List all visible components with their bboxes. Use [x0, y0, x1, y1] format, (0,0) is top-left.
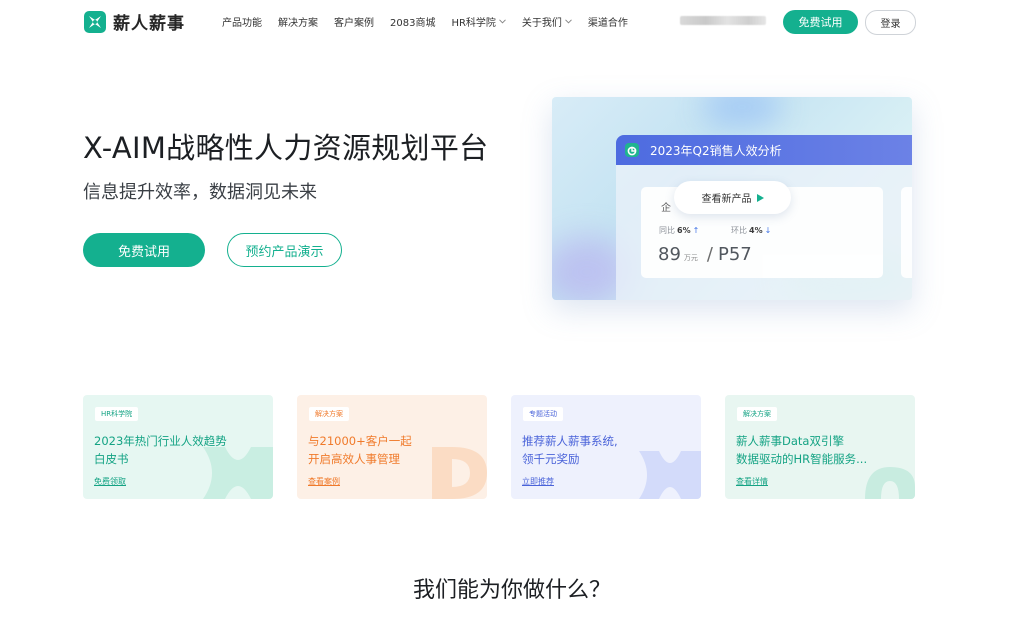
- section-title: 我们能为你做什么？: [412, 578, 611, 603]
- login-button[interactable]: 登录: [865, 10, 916, 35]
- promo-tag: 解决方案: [737, 407, 777, 421]
- nav-label: 关于我们: [521, 18, 562, 29]
- mom-label: 环比: [731, 226, 747, 235]
- value-level: P57: [717, 244, 752, 265]
- nav-label: 客户案例: [334, 18, 374, 29]
- nav-item-hr-academy[interactable]: HR科学院: [451, 14, 506, 29]
- value-main: 89: [658, 244, 681, 265]
- decorative-x-shape-icon: [639, 451, 701, 499]
- nav-item-products[interactable]: 产品功能: [222, 14, 262, 29]
- view-new-product-label: 查看新产品: [701, 194, 752, 205]
- nav-item-about[interactable]: 关于我们: [522, 14, 572, 29]
- nav-label: 渠道合作: [587, 18, 628, 29]
- hero-dashboard-visual: 2023年Q2销售人效分析 企 同比 6% ↑ 环比 4% ↓ 89 万元 / P57 查看新…: [552, 97, 912, 300]
- main-nav: 产品功能 解决方案 客户案例 2083商城 HR科学院 关于我们 渠道合作: [222, 14, 644, 29]
- mom-value: 4%: [749, 226, 763, 235]
- nav-label: 产品功能: [222, 18, 262, 29]
- metric-label: 企: [661, 203, 671, 214]
- play-icon: [756, 193, 764, 202]
- nav-item-mall[interactable]: 2083商城: [390, 14, 435, 29]
- nav-item-solutions[interactable]: 解决方案: [278, 14, 318, 29]
- promo-title: 2023年热门行业人效趋势 白皮书: [94, 434, 227, 466]
- promo-tag: 解决方案: [309, 407, 349, 421]
- arrow-up-icon: ↑: [692, 226, 700, 235]
- metric-card-partial: [901, 187, 912, 278]
- free-trial-button[interactable]: 免费试用: [783, 10, 858, 34]
- promo-link[interactable]: 免费领取: [94, 476, 126, 487]
- nav-label: 2083商城: [390, 18, 436, 29]
- hero-title: X-AIM战略性人力资源规划平台: [83, 131, 489, 165]
- dashboard-header: 2023年Q2销售人效分析: [616, 135, 912, 165]
- chevron-down-icon: [565, 19, 572, 24]
- promo-title: 推荐薪人薪事系统, 领千元奖励: [522, 434, 618, 466]
- brand-logo-icon: [84, 10, 106, 33]
- promo-card-whitepaper[interactable]: HR科学院 2023年热门行业人效趋势 白皮书 免费领取: [83, 395, 273, 499]
- dashboard-title: 2023年Q2销售人效分析: [650, 144, 782, 158]
- hero-subtitle: 信息提升效率，数据洞见未来: [83, 182, 317, 203]
- metric-value: 89 万元 / P57: [658, 244, 752, 265]
- promo-link[interactable]: 立即推荐: [522, 476, 554, 487]
- promo-tag: HR科学院: [95, 407, 139, 421]
- promo-link[interactable]: 查看案例: [308, 476, 340, 487]
- promo-card-referral[interactable]: 专题活动 推荐薪人薪事系统, 领千元奖励 立即推荐: [511, 395, 701, 499]
- value-separator: /: [706, 244, 713, 265]
- yoy-label: 同比: [659, 226, 675, 235]
- nav-item-cases[interactable]: 客户案例: [334, 14, 374, 29]
- blurred-user-info: [680, 16, 766, 25]
- nav-label: HR科学院: [451, 18, 496, 29]
- promo-title: 与21000+客户一起 开启高效人事管理: [308, 434, 412, 466]
- hero-free-trial-button[interactable]: 免费试用: [83, 233, 205, 267]
- promo-link[interactable]: 查看详情: [736, 476, 768, 487]
- decorative-d-shape-icon: [432, 447, 487, 499]
- chevron-down-icon: [499, 19, 506, 24]
- arrow-down-icon: ↓: [764, 226, 772, 235]
- top-header: 薪人薪事 产品功能 解决方案 客户案例 2083商城 HR科学院 关于我们 渠道…: [0, 0, 1024, 44]
- promo-title: 薪人薪事Data双引擎 数据驱动的HR智能服务...: [736, 434, 868, 466]
- value-unit: 万元: [683, 254, 698, 262]
- brand-logo[interactable]: 薪人薪事: [84, 9, 185, 34]
- decorative-blob: [702, 97, 782, 127]
- mom-metric: 环比 4% ↓: [731, 225, 771, 236]
- brand-name: 薪人薪事: [113, 14, 185, 34]
- nav-item-channel[interactable]: 渠道合作: [588, 14, 628, 29]
- yoy-value: 6%: [677, 226, 691, 235]
- nav-label: 解决方案: [278, 18, 318, 29]
- view-new-product-button[interactable]: 查看新产品: [674, 181, 791, 214]
- book-demo-button[interactable]: 预约产品演示: [227, 233, 342, 267]
- promo-tag: 专题活动: [523, 407, 563, 421]
- promo-card-customers[interactable]: 解决方案 与21000+客户一起 开启高效人事管理 查看案例: [297, 395, 487, 499]
- yoy-metric: 同比 6% ↑: [659, 225, 699, 236]
- dashboard-logo-icon: [625, 143, 639, 157]
- promo-card-data-engine[interactable]: 解决方案 薪人薪事Data双引擎 数据驱动的HR智能服务... 查看详情: [725, 395, 915, 499]
